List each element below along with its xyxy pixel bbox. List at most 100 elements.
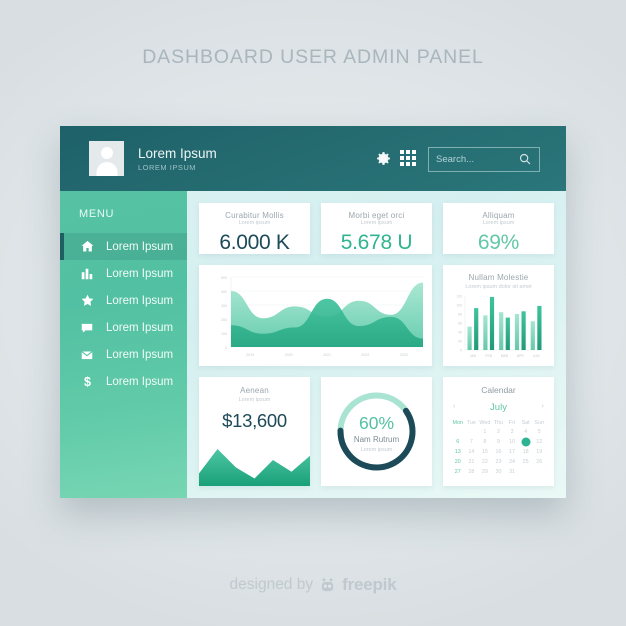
calendar-blank: [465, 428, 479, 436]
calendar-day[interactable]: 20: [451, 458, 465, 466]
dashboard-panel: Lorem Ipsum LOREM IPSUM Search... MENU L…: [60, 126, 566, 498]
calendar-day[interactable]: 18: [519, 448, 533, 456]
calendar-day-header: Thu: [493, 420, 504, 426]
svg-text:2020: 2020: [285, 353, 293, 357]
donut-percent: 60%: [358, 413, 395, 433]
svg-text:300: 300: [221, 304, 227, 308]
grid-icon[interactable]: [400, 150, 416, 166]
calendar-day[interactable]: 13: [451, 448, 465, 456]
envelope-icon: [79, 347, 95, 363]
calendar-day[interactable]: 14: [465, 448, 479, 456]
search-icon[interactable]: [518, 152, 532, 166]
gear-icon[interactable]: [375, 150, 392, 167]
grid-cell: [400, 161, 405, 166]
svg-text:80: 80: [458, 313, 462, 317]
calendar-day[interactable]: 7: [465, 438, 479, 446]
sidebar-item-analytics[interactable]: Lorem Ipsum: [60, 260, 187, 287]
aenean-value: $13,600: [222, 410, 287, 431]
avatar[interactable]: [89, 141, 124, 176]
calendar-day[interactable]: 19: [532, 448, 546, 456]
calendar-day[interactable]: 28: [465, 468, 479, 476]
svg-text:JUN: JUN: [533, 354, 540, 358]
top-bar: Lorem Ipsum LOREM IPSUM: [60, 126, 566, 191]
donut-card[interactable]: 60% Nam Rutrum Lorem ipsum: [321, 377, 432, 486]
calendar-day[interactable]: 29: [478, 468, 492, 476]
bar-chart-subtitle: Lorem ipsum dolor sit amet: [465, 284, 532, 290]
calendar-day[interactable]: 25: [519, 458, 533, 466]
calendar-day[interactable]: 26: [532, 458, 546, 466]
calendar-day-header: Fri: [508, 420, 516, 426]
calendar-day[interactable]: 6: [451, 438, 465, 446]
stat-title: Curabitur Mollis: [225, 211, 284, 220]
sidebar-item-messages[interactable]: Lorem Ipsum: [60, 314, 187, 341]
bar-chart-card[interactable]: Nullam Molestie Lorem ipsum dolor sit am…: [443, 265, 554, 366]
calendar-day[interactable]: 9: [492, 438, 506, 446]
chat-icon: [79, 320, 95, 336]
sidebar-item-label: Lorem Ipsum: [106, 375, 174, 388]
calendar-day[interactable]: 16: [492, 448, 506, 456]
svg-text:100: 100: [456, 304, 462, 308]
calendar-day[interactable]: 10: [505, 438, 519, 446]
stat-subtitle: Lorem ipsum: [238, 220, 271, 226]
sidebar-item-billing[interactable]: $ Lorem Ipsum: [60, 368, 187, 395]
grid-cell: [405, 161, 411, 166]
calendar-day[interactable]: 15: [478, 448, 492, 456]
grid-cell: [411, 161, 416, 166]
stat-subtitle: Lorem ipsum: [360, 220, 393, 226]
calendar-grid: Mon Tue Wed Thu Fri Sat Sun 1 2 3 4 5 6 7 8 9 10 12 13 14 15…: [451, 420, 546, 476]
svg-text:MAR: MAR: [501, 354, 509, 358]
stat-card[interactable]: Alliquam Lorem ipsum 69%: [443, 203, 554, 254]
calendar-day[interactable]: 8: [478, 438, 492, 446]
svg-text:60: 60: [458, 322, 462, 326]
calendar-month: July: [490, 402, 507, 413]
calendar-today[interactable]: [519, 437, 533, 447]
grid-cell: [400, 155, 405, 161]
svg-text:0: 0: [225, 346, 227, 350]
calendar-day[interactable]: 23: [492, 458, 506, 466]
star-icon: [79, 293, 95, 309]
sidebar-item-mail[interactable]: Lorem Ipsum: [60, 341, 187, 368]
calendar-day[interactable]: 2: [492, 428, 506, 436]
sidebar-item-favorites[interactable]: Lorem Ipsum: [60, 287, 187, 314]
calendar-day[interactable]: 5: [532, 428, 546, 436]
calendar-day[interactable]: 30: [492, 468, 506, 476]
page-title: DASHBOARD USER ADMIN PANEL: [142, 46, 484, 68]
calendar-day[interactable]: 3: [505, 428, 519, 436]
calendar-day[interactable]: 22: [478, 458, 492, 466]
calendar-day[interactable]: 24: [505, 458, 519, 466]
calendar-day[interactable]: 17: [505, 448, 519, 456]
calendar-next-button[interactable]: ›: [542, 403, 544, 410]
svg-text:2019: 2019: [246, 353, 254, 357]
aenean-card[interactable]: Aenean Lorem ipsum $13,600: [199, 377, 310, 486]
home-icon: [79, 239, 95, 255]
calendar-day-header: Mon: [452, 420, 464, 426]
search-box[interactable]: [428, 147, 540, 172]
calendar-day[interactable]: 31: [505, 468, 519, 476]
sidebar-item-label: Lorem Ipsum: [106, 348, 174, 361]
user-name: Lorem Ipsum: [138, 146, 217, 161]
sidebar-item-home[interactable]: Lorem Ipsum: [60, 233, 187, 260]
grid-cell: [405, 155, 411, 161]
stat-value: 69%: [477, 231, 520, 254]
svg-text:2023: 2023: [400, 353, 408, 357]
svg-text:APR: APR: [517, 354, 525, 358]
sidebar: MENU Lorem Ipsum Lorem Ipsum Lorem Ipsum…: [60, 191, 187, 498]
stat-card[interactable]: Morbi eget orci Lorem ipsum 5.678 U: [321, 203, 432, 254]
svg-text:400: 400: [221, 290, 227, 294]
stat-value: 6.000 K: [219, 231, 290, 254]
stat-value: 5.678 U: [340, 231, 413, 254]
calendar-day[interactable]: 4: [519, 428, 533, 436]
avatar-body: [96, 162, 117, 176]
calendar-day[interactable]: 12: [532, 438, 546, 446]
calendar-day[interactable]: 1: [478, 428, 492, 436]
stat-title: Alliquam: [482, 211, 515, 220]
stat-card[interactable]: Curabitur Mollis Lorem ipsum 6.000 K: [199, 203, 310, 254]
sidebar-item-label: Lorem Ipsum: [106, 240, 174, 253]
calendar-card[interactable]: Calendar ‹ July › Mon Tue Wed Thu Fri Sat Sun 1…: [443, 377, 554, 486]
calendar-day[interactable]: 21: [465, 458, 479, 466]
sidebar-item-label: Lorem Ipsum: [106, 294, 174, 307]
calendar-day[interactable]: 27: [451, 468, 465, 476]
svg-text:2021: 2021: [323, 353, 331, 357]
area-chart-card[interactable]: 0 100 200 300 400 500 2019 2020 2021 2022 2023: [199, 265, 432, 366]
search-input[interactable]: [429, 153, 516, 166]
